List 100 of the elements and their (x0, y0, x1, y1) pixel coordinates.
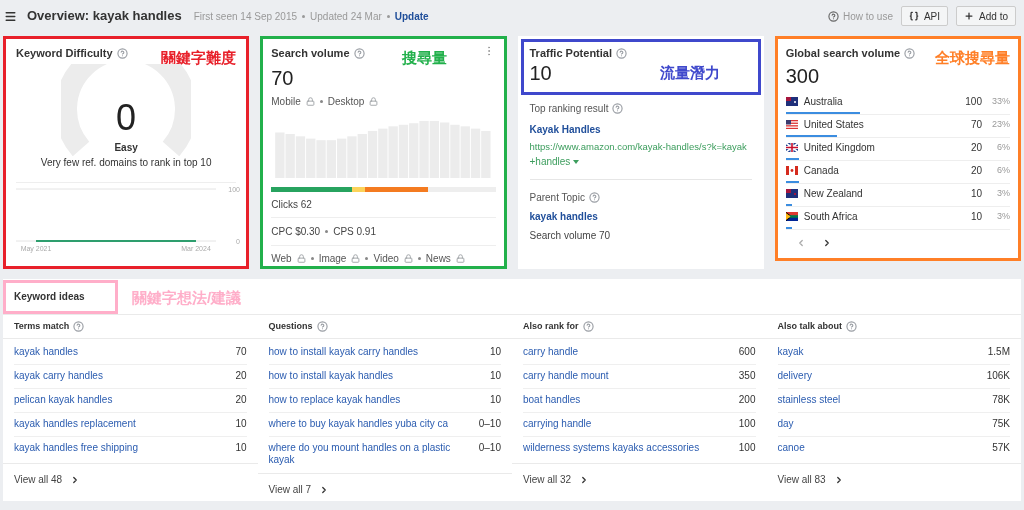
help-icon[interactable] (353, 47, 365, 59)
parent-topic-link[interactable]: kayak handles (529, 209, 752, 225)
keyword-link[interactable]: where do you mount handles on a plastic kayak (268, 442, 459, 466)
flag-icon (785, 120, 798, 129)
keyword-volume: 10 (235, 442, 247, 454)
keyword-link[interactable]: stainless steel (777, 394, 841, 406)
api-button[interactable]: API (900, 6, 949, 26)
country-share: 23% (991, 117, 1010, 131)
country-share: 6% (996, 163, 1010, 177)
keyword-volume: 57K (992, 442, 1010, 454)
keyword-link[interactable]: delivery (777, 370, 812, 382)
device-label: Mobile (271, 94, 301, 109)
keyword-link[interactable]: day (777, 418, 794, 430)
keyword-volume: 1.5M (987, 346, 1010, 358)
keyword-link[interactable]: how to replace kayak handles (268, 394, 401, 406)
view-all-link[interactable]: View all 32 (523, 472, 572, 487)
column-title: Also talk about (777, 319, 842, 333)
country-volume: 20 (970, 164, 982, 178)
view-all-link[interactable]: View all 48 (14, 472, 63, 487)
keyword-volume: 100 (738, 442, 756, 454)
keyword-volume: 0–10 (478, 442, 501, 454)
annotation-text: 搜尋量 (401, 48, 447, 68)
country-name: Canada (803, 164, 840, 178)
keyword-volume: 350 (738, 370, 756, 382)
plus-icon (964, 11, 975, 21)
country-name: New Zealand (803, 187, 864, 201)
keyword-volume: 10 (235, 418, 247, 430)
keyword-volume: 10 (489, 346, 501, 358)
menu-icon[interactable] (4, 9, 17, 23)
first-seen-text: First seen 14 Sep 2015 (193, 9, 298, 24)
serp-feature-label: Image (318, 252, 347, 266)
cpc-text: CPC $0.30 (271, 225, 321, 239)
country-name: South Africa (803, 210, 859, 224)
help-icon[interactable] (116, 47, 128, 59)
keyword-volume: 106K (986, 370, 1010, 382)
keyword-link[interactable]: where to buy kayak handles yuba city ca (268, 418, 449, 430)
serp-feature-label: News (425, 252, 451, 266)
flag-icon (785, 189, 798, 198)
help-icon[interactable] (904, 47, 916, 59)
device-label: Desktop (327, 94, 365, 109)
help-icon[interactable] (588, 192, 600, 204)
keyword-link[interactable]: carry handle mount (523, 370, 609, 382)
help-icon[interactable] (827, 10, 839, 22)
annotation-text: 流量潛力 (659, 62, 720, 83)
parent-volume-text: Search volume 70 (529, 229, 612, 244)
traffic-potential-value: 10 (529, 62, 553, 83)
flag-icon (785, 212, 798, 221)
result-title-link[interactable]: Kayak Handles (529, 122, 752, 137)
keyword-link[interactable]: carrying handle (523, 418, 592, 430)
cps-text: CPS 0.91 (333, 225, 376, 239)
card-title: Traffic Potential (529, 46, 613, 61)
result-url-link[interactable]: +handles (529, 154, 571, 170)
page-title: Overview: kayak handles (27, 7, 182, 26)
keyword-link[interactable]: how to install kayak handles (268, 370, 394, 382)
keyword-link[interactable]: kayak carry handles (14, 370, 103, 382)
keyword-volume: 10 (489, 394, 501, 406)
difficulty-description: Very few ref. domains to rank in top 10 (40, 155, 212, 170)
country-share: 33% (991, 94, 1010, 108)
update-link[interactable]: Update (394, 8, 429, 24)
flag-icon (785, 166, 798, 175)
section-label: Parent Topic (529, 191, 585, 206)
keyword-volume: 78K (992, 394, 1010, 406)
lock-icon (351, 254, 361, 263)
keyword-link[interactable]: kayak (777, 346, 804, 358)
help-icon[interactable] (316, 321, 328, 332)
view-all-link[interactable]: View all 83 (777, 472, 826, 487)
lock-icon (455, 254, 465, 263)
keyword-link[interactable]: how to install kayak carry handles (268, 346, 419, 358)
global-volume-value: 300 (785, 65, 821, 86)
country-name: Australia (803, 95, 844, 109)
keyword-link[interactable]: canoe (777, 442, 805, 454)
card-title: Keyword Difficulty (16, 46, 113, 61)
keyword-volume: 0–10 (478, 418, 501, 430)
annotation-text: 全球搜尋量 (935, 48, 1010, 68)
braces-icon (908, 11, 919, 21)
keyword-link[interactable]: wilderness systems kayaks accessories (523, 442, 700, 454)
caret-icon[interactable] (573, 159, 580, 164)
keyword-link[interactable]: kayak handles replacement (14, 418, 136, 430)
keyword-link[interactable]: carry handle (523, 346, 579, 358)
add-to-button[interactable]: Add to (956, 6, 1016, 26)
result-url-link[interactable]: https://www.amazon.com/kayak-handles/s?k=kayak (529, 140, 747, 155)
country-share: 3% (996, 186, 1010, 200)
updated-text: Updated 24 Mar (310, 9, 382, 24)
country-share: 6% (996, 140, 1010, 154)
serp-feature-label: Web (271, 252, 292, 266)
keyword-link[interactable]: kayak handles (14, 346, 78, 358)
keyword-link[interactable]: boat handles (523, 394, 581, 406)
keyword-link[interactable]: kayak handles free shipping (14, 442, 138, 454)
clicks-text: Clicks 62 (271, 192, 496, 218)
help-icon[interactable] (73, 321, 85, 332)
keyword-volume: 10 (489, 370, 501, 382)
help-icon[interactable] (582, 321, 594, 332)
keyword-volume: 600 (738, 346, 756, 358)
help-icon[interactable] (612, 103, 624, 114)
keyword-volume: 70 (235, 346, 247, 358)
view-all-link[interactable]: View all 7 (268, 482, 312, 497)
keyword-link[interactable]: pelican kayak handles (14, 394, 113, 406)
help-icon[interactable] (846, 321, 857, 332)
country-volume: 100 (965, 95, 982, 109)
help-icon[interactable] (616, 47, 628, 59)
